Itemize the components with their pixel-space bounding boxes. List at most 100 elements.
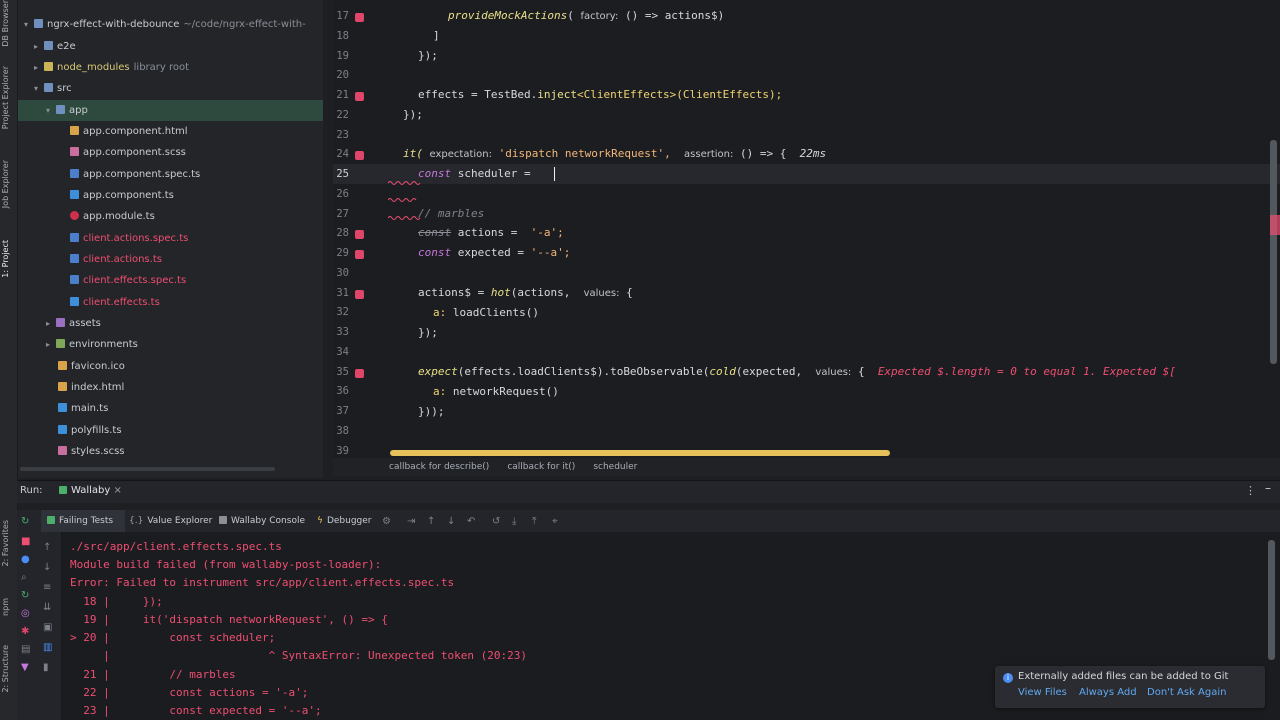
tab-label: Failing Tests (59, 516, 114, 526)
code-line-27: // marbles (418, 207, 484, 220)
tree-item-app[interactable]: ▾ app (46, 100, 88, 121)
console-line: 19 | it('dispatch networkRequest', () =>… (70, 613, 388, 626)
tree-item-index-html[interactable]: index.html (58, 377, 124, 398)
download-icon[interactable]: ⤓ (512, 516, 516, 527)
globe-icon[interactable]: ● (21, 554, 30, 565)
wallaby-run-tab[interactable]: Wallaby × (59, 485, 122, 496)
console-line: 18 | }); (70, 595, 163, 608)
gear-icon[interactable]: ⚙ (382, 516, 391, 527)
coverage-marker[interactable] (355, 13, 364, 22)
coverage-marker[interactable] (355, 369, 364, 378)
tree-item-app-component-scss[interactable]: app.component.scss (70, 142, 186, 163)
search-icon[interactable]: ⌕ (21, 572, 27, 583)
view-files-link[interactable]: View Files (1018, 687, 1067, 698)
dont-ask-again-link[interactable]: Don't Ask Again (1147, 687, 1226, 698)
wrap-icon[interactable]: ≡ (43, 582, 51, 593)
editor-vertical-scrollbar[interactable] (1270, 140, 1277, 364)
trash-icon[interactable]: ▮ (43, 662, 49, 673)
tree-item-favicon[interactable]: favicon.ico (58, 356, 125, 377)
console-vertical-scrollbar[interactable] (1268, 540, 1275, 660)
breadcrumb-item[interactable]: callback for describe() (389, 462, 489, 472)
console-line: 23 | const expected = '--a'; (70, 704, 322, 717)
project-tab[interactable]: 1: Project (1, 240, 10, 278)
refresh-icon[interactable]: ↻ (21, 590, 29, 601)
pin-icon[interactable]: ▼ (21, 662, 29, 673)
token: effects = TestBed. (418, 88, 538, 101)
job-explorer-tab[interactable]: Job Explorer (1, 160, 10, 208)
bug-icon[interactable]: ✱ (21, 626, 29, 637)
upload-icon[interactable]: ⤒ (532, 516, 536, 527)
minimize-icon[interactable]: – (1265, 481, 1271, 495)
tab-failing-tests[interactable]: Failing Tests (41, 510, 125, 532)
error-stripe-marker[interactable] (1270, 215, 1280, 235)
tab-debugger[interactable]: ϟ Debugger (317, 510, 372, 532)
always-add-link[interactable]: Always Add (1079, 687, 1137, 698)
tree-item-client-effects-spec[interactable]: client.effects.spec.ts (70, 270, 186, 291)
rewind-icon[interactable]: ↺ (492, 516, 500, 527)
ts-file-icon (70, 254, 79, 263)
tree-item-main-ts[interactable]: main.ts (58, 398, 108, 419)
structure-tab[interactable]: 2: Structure (1, 645, 10, 693)
breadcrumb-item[interactable]: callback for it() (507, 462, 575, 472)
tree-root[interactable]: ▾ ngrx-effect-with-debounce ~/code/ngrx-ef… (24, 14, 306, 35)
tree-horizontal-scrollbar[interactable] (20, 467, 275, 471)
code-line-35: expect(effects.loadClients$).toBeObserva… (418, 365, 1176, 378)
tree-item-app-module-ts[interactable]: app.module.ts (70, 206, 155, 227)
code-line-24: it( expectation: 'dispatch networkReques… (403, 147, 826, 160)
tree-item-node-modules[interactable]: ▸ node_modules library root (34, 57, 189, 78)
filter-icon[interactable]: ▥ (43, 642, 52, 653)
tree-item-environments[interactable]: ▸ environments (46, 334, 138, 355)
code-line-32: a: loadClients() (433, 306, 539, 319)
target-icon[interactable]: ◎ (21, 608, 30, 619)
tree-item-src[interactable]: ▾ src (34, 78, 72, 99)
tree-item-client-actions-ts[interactable]: client.actions.ts (70, 249, 162, 270)
token: const (418, 246, 452, 259)
print-icon[interactable]: ▣ (43, 622, 52, 633)
code-editor[interactable]: 17 18 19 20 21 22 23 24 25 26 27 28 29 3… (333, 0, 1280, 458)
tree-item-client-actions-spec[interactable]: client.actions.spec.ts (70, 228, 188, 249)
coverage-marker[interactable] (355, 290, 364, 299)
npm-tab[interactable]: npm (1, 598, 10, 616)
chevron-right-icon: ▸ (34, 42, 39, 51)
close-icon[interactable]: × (114, 485, 122, 496)
tree-item-app-component-spec[interactable]: app.component.spec.ts (70, 164, 200, 185)
stop-icon[interactable]: ■ (21, 536, 30, 547)
folder-icon (44, 83, 53, 92)
step-over-icon[interactable]: ⇥ (407, 516, 415, 527)
arrow-down-icon[interactable]: ↓ (43, 562, 51, 573)
cursor-icon[interactable]: ⌖ (552, 516, 558, 527)
tree-item-client-effects-ts[interactable]: client.effects.ts (70, 292, 160, 313)
code-line-17: provideMockActions( factory: () => actio… (448, 9, 725, 22)
db-browser-tab[interactable]: DB Browser (1, 0, 10, 47)
coverage-marker[interactable] (355, 250, 364, 259)
step-out-icon[interactable]: ↶ (467, 516, 475, 527)
line-number: 18 (336, 30, 349, 42)
tree-item-e2e[interactable]: ▸ e2e (34, 36, 76, 57)
tree-item-assets[interactable]: ▸ assets (46, 313, 101, 334)
line-number: 19 (336, 50, 349, 62)
breadcrumb-item[interactable]: scheduler (593, 462, 637, 472)
tree-item-label: app.module.ts (83, 211, 155, 222)
step-back-icon[interactable]: ↑ (427, 516, 435, 527)
coverage-marker[interactable] (355, 151, 364, 160)
layout-icon[interactable]: ▤ (21, 644, 30, 655)
rerun-icon[interactable]: ↻ (21, 516, 29, 527)
tab-value-explorer[interactable]: {.} Value Explorer (129, 510, 212, 532)
token: // marbles (418, 207, 485, 220)
favorites-tab[interactable]: 2: Favorites (1, 520, 10, 566)
tree-item-app-component-html[interactable]: app.component.html (70, 121, 188, 142)
token: networkRequest() (452, 385, 559, 398)
editor-horizontal-scrollbar[interactable] (390, 450, 890, 456)
coverage-marker[interactable] (355, 230, 364, 239)
tree-item-app-component-ts[interactable]: app.component.ts (70, 185, 174, 206)
ts-file-icon (58, 403, 67, 412)
more-options-icon[interactable]: ⋮ (1245, 484, 1256, 497)
step-into-icon[interactable]: ↓ (447, 516, 455, 527)
coverage-marker[interactable] (355, 92, 364, 101)
arrow-up-icon[interactable]: ↑ (43, 542, 51, 553)
tree-item-styles-scss[interactable]: styles.scss (58, 441, 125, 462)
tab-wallaby-console[interactable]: Wallaby Console (219, 510, 305, 532)
tree-item-polyfills-ts[interactable]: polyfills.ts (58, 420, 122, 441)
project-explorer-tab[interactable]: Project Explorer (1, 66, 10, 129)
scroll-end-icon[interactable]: ⇊ (43, 602, 51, 613)
